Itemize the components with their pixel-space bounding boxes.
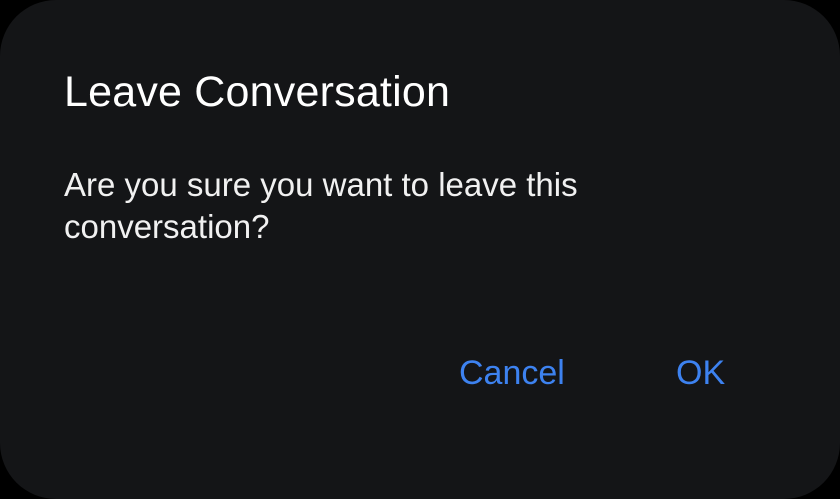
dialog-message: Are you sure you want to leave this conv… [64,166,578,245]
cancel-button[interactable]: Cancel [459,350,565,396]
dialog-title: Leave Conversation [64,68,451,116]
leave-conversation-dialog: Leave Conversation Are you sure you want… [0,0,840,499]
ok-button[interactable]: OK [676,350,725,396]
